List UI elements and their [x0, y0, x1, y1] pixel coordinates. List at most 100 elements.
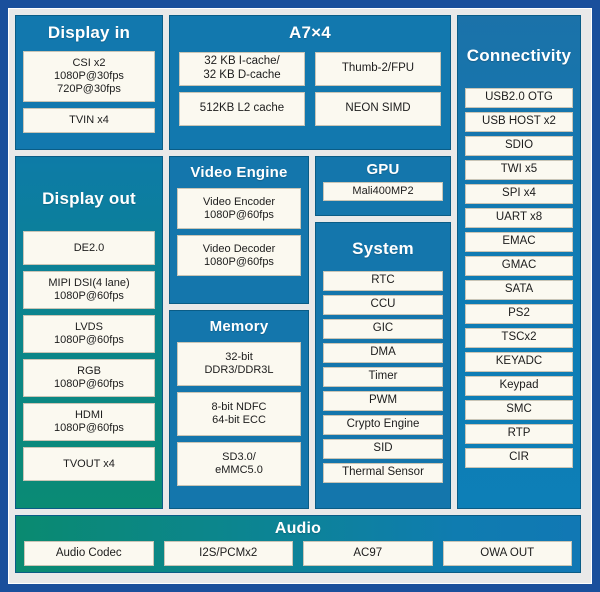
- block-sdio: SDIO: [465, 136, 573, 156]
- panel-body-display-out: DE2.0 MIPI DSI(4 lane) 1080P@60fps LVDS …: [16, 231, 162, 481]
- block-line: SATA: [504, 283, 534, 296]
- block-ddr3: 32-bit DDR3/DDR3L: [177, 342, 301, 386]
- block-line: RGB: [77, 365, 101, 378]
- panel-audio: Audio Audio Codec I2S/PCMx2 AC97 OWA OUT: [15, 515, 581, 573]
- block-line: 8-bit NDFC: [211, 401, 267, 414]
- block-line: TVOUT x4: [63, 457, 115, 470]
- panel-title-video-engine: Video Engine: [190, 164, 288, 181]
- diagram-canvas: Display in CSI x2 1080P@30fps 720P@30fps…: [8, 8, 592, 584]
- block-line: UART x8: [495, 211, 543, 224]
- block-line: DE2.0: [73, 241, 105, 254]
- block-tvin: TVIN x4: [23, 108, 155, 133]
- panel-title-audio: Audio: [274, 520, 322, 537]
- block-uart: UART x8: [465, 208, 573, 228]
- block-timer: Timer: [323, 367, 443, 387]
- block-line: USB2.0 OTG: [485, 91, 553, 104]
- block-line: I2S/PCMx2: [199, 546, 258, 559]
- panel-body-memory: 32-bit DDR3/DDR3L 8-bit NDFC 64-bit ECC …: [170, 342, 308, 486]
- block-cir: CIR: [465, 448, 573, 468]
- block-line: Video Encoder: [203, 195, 275, 208]
- block-l2-cache: 512KB L2 cache: [179, 92, 305, 126]
- panel-connectivity: Connectivity USB2.0 OTG USB HOST x2 SDIO…: [457, 15, 581, 509]
- panel-system: System RTC CCU GIC DMA Timer PWM Crypto …: [315, 222, 451, 509]
- block-line: Mali400MP2: [352, 185, 414, 198]
- block-line: 720P@30fps: [57, 82, 121, 95]
- block-line: CCU: [370, 298, 396, 311]
- block-smc: SMC: [465, 400, 573, 420]
- block-line: Thermal Sensor: [342, 466, 424, 479]
- block-line: eMMC5.0: [215, 464, 263, 476]
- block-sd-emmc: SD3.0/ eMMC5.0: [177, 442, 301, 486]
- block-line: MIPI DSI(4 lane): [48, 277, 130, 290]
- block-line: 1080P@60fps: [204, 255, 274, 268]
- block-usb20-otg: USB2.0 OTG: [465, 88, 573, 108]
- block-csi: CSI x2 1080P@30fps 720P@30fps: [23, 51, 155, 102]
- block-line: Thumb-2/FPU: [341, 62, 415, 75]
- panel-video-engine: Video Engine Video Encoder 1080P@60fps V…: [169, 156, 309, 304]
- block-line: 32-bit: [225, 351, 253, 364]
- block-line: SDIO: [504, 139, 534, 152]
- block-ccu: CCU: [323, 295, 443, 315]
- block-line: HDMI: [74, 409, 104, 422]
- block-line: Crypto Engine: [346, 418, 420, 431]
- block-tvout: TVOUT x4: [23, 447, 155, 481]
- block-audio-codec: Audio Codec: [24, 541, 154, 566]
- block-neon-simd: NEON SIMD: [315, 92, 441, 126]
- block-line: NEON SIMD: [345, 102, 411, 115]
- block-line: TSCx2: [501, 331, 537, 344]
- block-line: GMAC: [501, 259, 537, 272]
- panel-a7-cpu: A7×4 32 KB I-cache/ 32 KB D-cache Thumb-…: [169, 15, 451, 150]
- block-thermal-sensor: Thermal Sensor: [323, 463, 443, 483]
- block-line: 32 KB D-cache: [203, 69, 281, 81]
- block-line: Audio Codec: [55, 546, 122, 559]
- block-line: USB HOST x2: [482, 115, 556, 128]
- panel-gpu: GPU Mali400MP2: [315, 156, 451, 216]
- block-line: KEYADC: [495, 355, 543, 368]
- block-twi: TWI x5: [465, 160, 573, 180]
- block-line: 1080P@60fps: [54, 378, 124, 390]
- block-line: 1080P@60fps: [204, 208, 274, 221]
- panel-body-gpu: Mali400MP2: [316, 182, 450, 201]
- block-rgb: RGB 1080P@60fps: [23, 359, 155, 397]
- block-line: Keypad: [499, 379, 539, 392]
- panel-title-display-in: Display in: [47, 23, 131, 42]
- block-line: PWM: [368, 394, 398, 407]
- block-line: TVIN x4: [69, 114, 109, 127]
- panel-title-connectivity: Connectivity: [466, 46, 572, 65]
- block-thumb2-fpu: Thumb-2/FPU: [315, 52, 441, 86]
- panel-body-a7: 32 KB I-cache/ 32 KB D-cache Thumb-2/FPU…: [170, 52, 450, 126]
- block-pwm: PWM: [323, 391, 443, 411]
- block-rtp: RTP: [465, 424, 573, 444]
- block-line: 1080P@60fps: [54, 290, 124, 302]
- block-mipi-dsi: MIPI DSI(4 lane) 1080P@60fps: [23, 271, 155, 309]
- block-line: 32 KB I-cache/: [204, 55, 280, 68]
- block-line: EMAC: [502, 235, 536, 248]
- block-mali400mp2: Mali400MP2: [323, 182, 443, 201]
- block-line: 1080P@60fps: [54, 334, 124, 346]
- block-keyadc: KEYADC: [465, 352, 573, 372]
- block-gic: GIC: [323, 319, 443, 339]
- block-lvds: LVDS 1080P@60fps: [23, 315, 155, 353]
- block-line: CSI x2: [72, 57, 106, 70]
- block-gmac: GMAC: [465, 256, 573, 276]
- block-video-decoder: Video Decoder 1080P@60fps: [177, 235, 301, 276]
- block-line: RTP: [507, 427, 531, 440]
- block-line: SID: [373, 442, 393, 455]
- block-sid: SID: [323, 439, 443, 459]
- block-line: SD3.0/: [222, 451, 256, 464]
- block-line: Timer: [368, 370, 398, 383]
- block-line: SPI x4: [502, 187, 536, 200]
- panel-title-display-out: Display out: [42, 189, 136, 208]
- block-sata: SATA: [465, 280, 573, 300]
- block-line: DMA: [370, 346, 396, 359]
- block-ndfc: 8-bit NDFC 64-bit ECC: [177, 392, 301, 436]
- block-line: CIR: [509, 451, 529, 464]
- block-dma: DMA: [323, 343, 443, 363]
- block-keypad: Keypad: [465, 376, 573, 396]
- block-owa-out: OWA OUT: [442, 541, 572, 566]
- block-tsc: TSCx2: [465, 328, 573, 348]
- panel-body-system: RTC CCU GIC DMA Timer PWM Crypto Engine …: [316, 271, 450, 483]
- block-ac97: AC97: [303, 541, 433, 566]
- block-rtc: RTC: [323, 271, 443, 291]
- block-ps2: PS2: [465, 304, 573, 324]
